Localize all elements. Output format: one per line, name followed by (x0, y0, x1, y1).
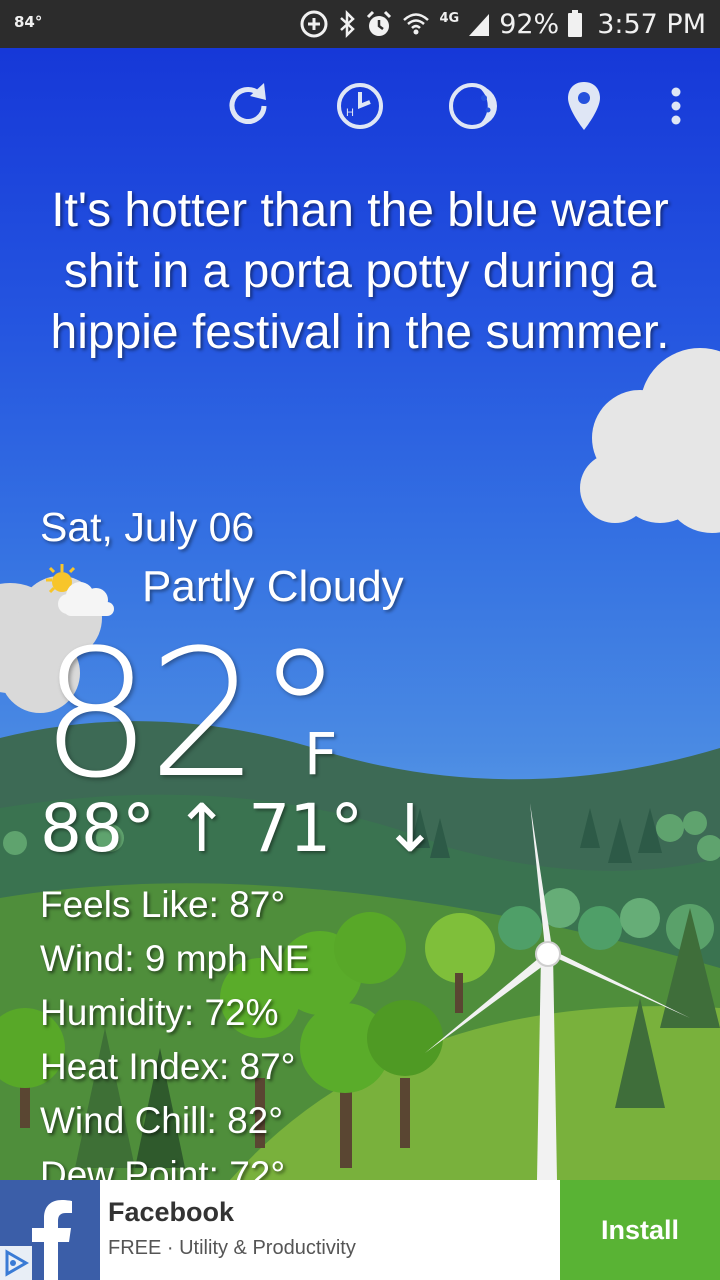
status-icons: 4G 92% 3:57 PM (299, 0, 706, 48)
refresh-icon[interactable] (220, 78, 276, 134)
ad-app-name: Facebook (108, 1197, 235, 1227)
battery-percent: 92% (499, 8, 560, 40)
moon-phase-icon[interactable] (444, 78, 500, 134)
battery-icon (568, 10, 583, 37)
weather-details: Feels Like: 87° Wind: 9 mph NE Humidity:… (40, 878, 309, 1180)
wind-chill: Wind Chill: 82° (40, 1100, 284, 1141)
ad-subtitle: FREE · Utility & Productivity (108, 1237, 356, 1259)
wifi-icon (403, 13, 430, 35)
clock: 3:57 PM (597, 8, 706, 40)
heat-index: Heat Index: 87° (40, 1046, 296, 1087)
partly-cloudy-icon (46, 564, 114, 616)
alarm-icon (367, 10, 392, 36)
feels-like: Feels Like: 87° (40, 884, 286, 925)
install-button[interactable]: Install (560, 1180, 720, 1280)
status-bar: 84° 4G 92% 3:57 PM (0, 0, 720, 48)
location-pin-icon[interactable] (556, 78, 612, 134)
high-low-temperature: 88° ↑ 71° ↓ (40, 790, 438, 867)
adchoices-icon[interactable] (0, 1246, 32, 1280)
network-type-label: 4G (439, 10, 460, 26)
condition-label: Partly Cloudy (142, 562, 404, 611)
more-vert-icon[interactable] (650, 78, 702, 134)
ad-banner[interactable]: Facebook FREE · Utility & Productivity I… (0, 1180, 720, 1280)
hourly-icon[interactable]: H (332, 78, 388, 134)
data-saver-icon (300, 10, 328, 38)
date-label: Sat, July 06 (40, 504, 255, 550)
dew-point: Dew Point: 72° (40, 1154, 286, 1180)
bluetooth-icon (340, 9, 356, 39)
humidity: Humidity: 72% (40, 992, 279, 1033)
status-temperature: 84° (14, 13, 43, 31)
weather-background: H It's hotter than the blue water shit i… (0, 48, 720, 1180)
wind: Wind: 9 mph NE (40, 938, 310, 979)
cloud-right (580, 348, 720, 533)
weather-quote: It's hotter than the blue water shit in … (50, 184, 670, 359)
temperature-unit: F (304, 720, 338, 788)
signal-icon (469, 14, 490, 36)
current-temperature: 82° (40, 612, 344, 817)
svg-text:H: H (346, 107, 354, 119)
